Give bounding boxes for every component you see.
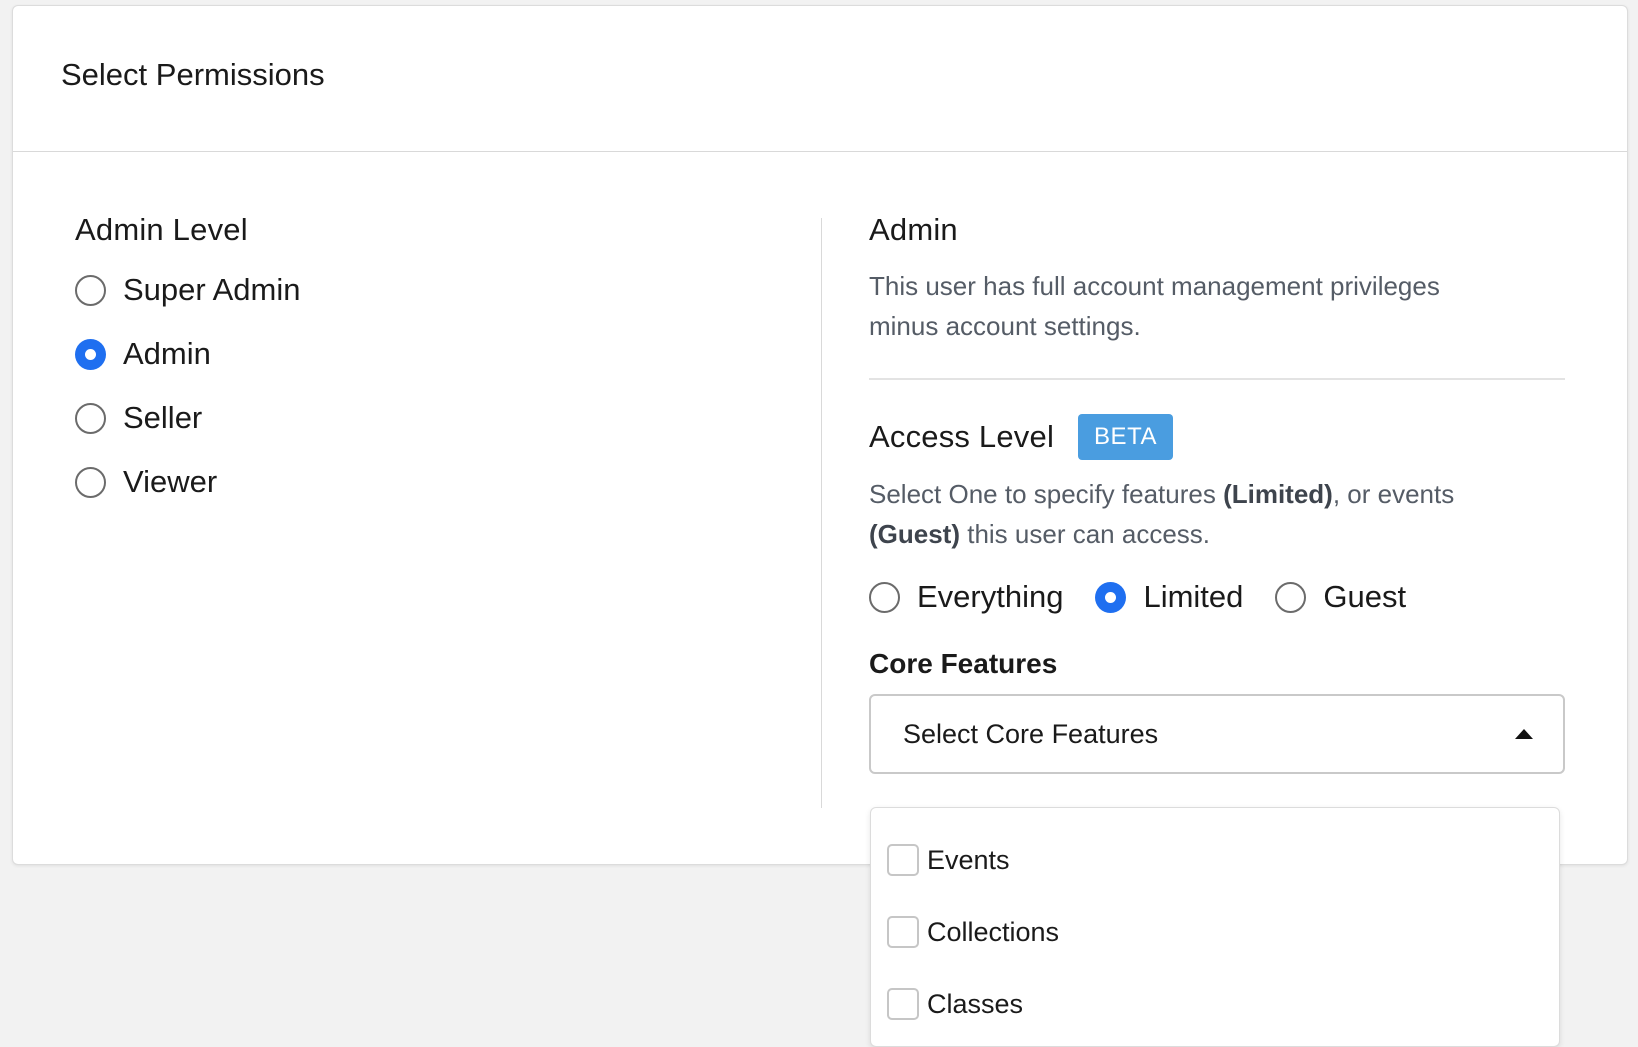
card-header: Select Permissions — [13, 6, 1627, 152]
dropdown-label-collections: Collections — [927, 916, 1060, 947]
access-level-label: Access Level — [869, 419, 1055, 454]
admin-level-option-admin[interactable]: Admin — [75, 322, 815, 386]
checkbox-collections[interactable] — [887, 916, 919, 948]
core-features-select-placeholder: Select Core Features — [903, 718, 1159, 749]
radio-seller[interactable] — [75, 402, 106, 434]
role-detail-title: Admin — [869, 212, 958, 247]
core-features-dropdown: Events Collections Classes — [870, 807, 1560, 1047]
radio-guest[interactable] — [1275, 581, 1307, 613]
checkbox-events[interactable] — [887, 844, 919, 876]
role-detail-section: Admin This user has full account managem… — [869, 212, 1565, 774]
access-desc-part3: this user can access. — [960, 519, 1210, 549]
radio-label-limited: Limited — [1143, 579, 1244, 614]
role-detail-description: This user has full account management pr… — [869, 271, 1440, 341]
access-desc-guest: (Guest) — [869, 519, 960, 549]
permissions-card: Select Permissions Admin Level Super Adm… — [12, 5, 1628, 865]
access-level-description: Select One to specify features (Limited)… — [869, 474, 1529, 554]
radio-label-guest: Guest — [1323, 579, 1407, 614]
access-option-limited[interactable]: Limited — [1095, 572, 1243, 622]
radio-label-everything: Everything — [917, 579, 1064, 614]
core-features-select[interactable]: Select Core Features — [869, 694, 1565, 774]
radio-limited[interactable] — [1095, 581, 1127, 613]
dropdown-item-collections[interactable]: Collections — [871, 896, 1559, 968]
core-features-label: Core Features — [869, 648, 1058, 679]
dropdown-item-events[interactable]: Events — [871, 824, 1559, 896]
access-option-guest[interactable]: Guest — [1275, 572, 1406, 622]
dropdown-label-events: Events — [927, 844, 1010, 875]
column-divider — [821, 218, 822, 808]
section-divider — [869, 378, 1565, 380]
access-level-options: Everything Limited Guest — [869, 572, 1565, 622]
caret-up-icon[interactable] — [1515, 729, 1533, 739]
access-desc-limited: (Limited) — [1223, 479, 1333, 509]
radio-everything[interactable] — [869, 581, 900, 613]
checkbox-classes[interactable] — [887, 988, 919, 1020]
dropdown-item-classes[interactable]: Classes — [871, 968, 1559, 1040]
admin-level-label: Admin Level — [75, 212, 248, 247]
radio-label-seller: Seller — [123, 400, 203, 435]
admin-level-option-super-admin[interactable]: Super Admin — [75, 258, 815, 322]
access-desc-part1: Select One to specify features — [869, 479, 1224, 509]
radio-viewer[interactable] — [75, 466, 106, 498]
access-level-header: Access Level BETA — [869, 414, 1565, 460]
admin-level-option-seller[interactable]: Seller — [75, 386, 815, 450]
radio-label-viewer: Viewer — [123, 464, 218, 499]
radio-label-super-admin: Super Admin — [123, 272, 301, 307]
access-option-everything[interactable]: Everything — [869, 572, 1063, 622]
dropdown-label-classes: Classes — [927, 988, 1024, 1019]
radio-label-admin: Admin — [123, 336, 211, 371]
admin-level-section: Admin Level Super Admin Admin Seller Vie… — [75, 212, 815, 514]
beta-badge: BETA — [1078, 414, 1173, 460]
access-desc-part2: , or events — [1332, 479, 1455, 509]
radio-super-admin[interactable] — [75, 274, 106, 306]
card-title: Select Permissions — [61, 56, 325, 92]
radio-admin[interactable] — [75, 338, 106, 370]
admin-level-option-viewer[interactable]: Viewer — [75, 450, 815, 514]
